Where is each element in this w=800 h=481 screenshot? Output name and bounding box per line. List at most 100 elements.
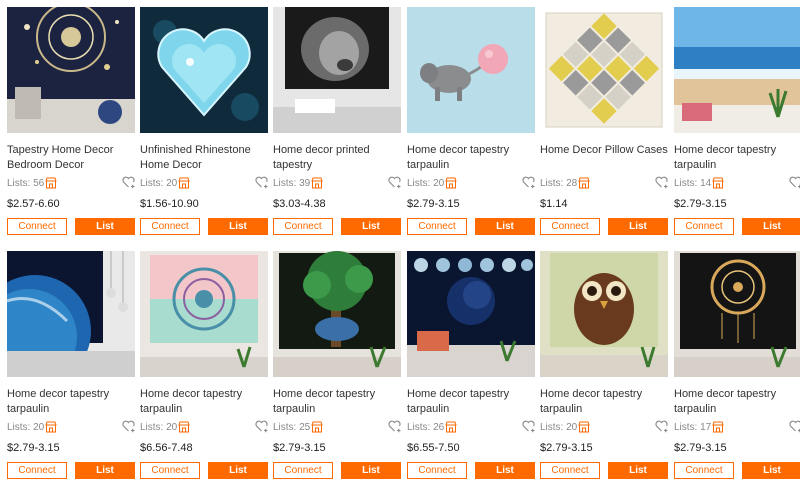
product-meta: Lists: 26 bbox=[407, 420, 535, 435]
product-meta: Lists: 56 bbox=[7, 176, 135, 191]
heart-add-icon[interactable] bbox=[122, 420, 135, 433]
heart-add-icon[interactable] bbox=[122, 176, 135, 189]
product-title[interactable]: Home Decor Pillow Cases bbox=[540, 143, 668, 173]
list-button[interactable]: List bbox=[475, 218, 535, 235]
heart-add-icon[interactable] bbox=[388, 176, 401, 189]
product-price: $2.57-6.60 bbox=[7, 198, 60, 210]
product-meta: Lists: 39 bbox=[273, 176, 401, 191]
heart-add-icon[interactable] bbox=[388, 420, 401, 433]
connect-button[interactable]: Connect bbox=[674, 218, 734, 235]
lists-count: Lists: 20 bbox=[140, 422, 178, 433]
product-meta: Lists: 20 bbox=[140, 420, 268, 435]
list-button[interactable]: List bbox=[75, 218, 135, 235]
product-meta: Lists: 20 bbox=[140, 176, 268, 191]
product-price: $6.55-7.50 bbox=[407, 442, 460, 454]
connect-button[interactable]: Connect bbox=[7, 462, 67, 479]
product-image[interactable] bbox=[140, 7, 268, 133]
store-icon[interactable] bbox=[45, 421, 57, 433]
product-price: $2.79-3.15 bbox=[273, 442, 326, 454]
product-image[interactable] bbox=[140, 251, 268, 377]
product-price: $2.79-3.15 bbox=[407, 198, 460, 210]
product-price: $6.56-7.48 bbox=[140, 442, 193, 454]
heart-add-icon[interactable] bbox=[255, 420, 268, 433]
connect-button[interactable]: Connect bbox=[273, 218, 333, 235]
list-button[interactable]: List bbox=[208, 218, 268, 235]
connect-button[interactable]: Connect bbox=[140, 218, 200, 235]
store-icon[interactable] bbox=[712, 177, 724, 189]
product-image[interactable] bbox=[540, 7, 668, 133]
product-price: $2.79-3.15 bbox=[674, 198, 727, 210]
product-price: $2.79-3.15 bbox=[540, 442, 593, 454]
product-meta: Lists: 25 bbox=[273, 420, 401, 435]
heart-add-icon[interactable] bbox=[655, 420, 668, 433]
connect-button[interactable]: Connect bbox=[273, 462, 333, 479]
list-button[interactable]: List bbox=[208, 462, 268, 479]
list-button[interactable]: List bbox=[75, 462, 135, 479]
store-icon[interactable] bbox=[445, 177, 457, 189]
product-meta: Lists: 28 bbox=[540, 176, 668, 191]
heart-add-icon[interactable] bbox=[789, 176, 800, 189]
product-price: $1.56-10.90 bbox=[140, 198, 199, 210]
product-title[interactable]: Home decor tapestry tarpaulin bbox=[407, 387, 535, 417]
product-title[interactable]: Home decor printed tapestry bbox=[273, 143, 401, 173]
product-image[interactable] bbox=[407, 7, 535, 133]
heart-add-icon[interactable] bbox=[255, 176, 268, 189]
store-icon[interactable] bbox=[45, 177, 57, 189]
list-button[interactable]: List bbox=[742, 462, 800, 479]
product-title[interactable]: Unfinished Rhinestone Home Decor bbox=[140, 143, 268, 173]
connect-button[interactable]: Connect bbox=[140, 462, 200, 479]
store-icon[interactable] bbox=[445, 421, 457, 433]
store-icon[interactable] bbox=[712, 421, 724, 433]
product-image[interactable] bbox=[7, 7, 135, 133]
store-icon[interactable] bbox=[311, 177, 323, 189]
connect-button[interactable]: Connect bbox=[407, 218, 467, 235]
product-title[interactable]: Home decor tapestry tarpaulin bbox=[7, 387, 135, 417]
lists-count: Lists: 20 bbox=[540, 422, 578, 433]
product-meta: Lists: 20 bbox=[540, 420, 668, 435]
product-image[interactable] bbox=[407, 251, 535, 377]
lists-count: Lists: 56 bbox=[7, 178, 45, 189]
list-button[interactable]: List bbox=[475, 462, 535, 479]
product-title[interactable]: Home decor tapestry tarpaulin bbox=[273, 387, 401, 417]
lists-count: Lists: 20 bbox=[140, 178, 178, 189]
list-button[interactable]: List bbox=[341, 462, 401, 479]
connect-button[interactable]: Connect bbox=[7, 218, 67, 235]
connect-button[interactable]: Connect bbox=[407, 462, 467, 479]
list-button[interactable]: List bbox=[742, 218, 800, 235]
connect-button[interactable]: Connect bbox=[674, 462, 734, 479]
list-button[interactable]: List bbox=[341, 218, 401, 235]
product-image[interactable] bbox=[674, 7, 800, 133]
store-icon[interactable] bbox=[578, 177, 590, 189]
product-title[interactable]: Home decor tapestry tarpaulin bbox=[674, 387, 800, 417]
store-icon[interactable] bbox=[578, 421, 590, 433]
product-image[interactable] bbox=[540, 251, 668, 377]
lists-count: Lists: 20 bbox=[7, 422, 45, 433]
product-title[interactable]: Home decor tapestry tarpaulin bbox=[407, 143, 535, 173]
product-image[interactable] bbox=[7, 251, 135, 377]
product-meta: Lists: 20 bbox=[7, 420, 135, 435]
product-price: $3.03-4.38 bbox=[273, 198, 326, 210]
list-button[interactable]: List bbox=[608, 462, 668, 479]
heart-add-icon[interactable] bbox=[522, 420, 535, 433]
lists-count: Lists: 28 bbox=[540, 178, 578, 189]
connect-button[interactable]: Connect bbox=[540, 218, 600, 235]
product-meta: Lists: 17 bbox=[674, 420, 800, 435]
connect-button[interactable]: Connect bbox=[540, 462, 600, 479]
store-icon[interactable] bbox=[311, 421, 323, 433]
store-icon[interactable] bbox=[178, 177, 190, 189]
heart-add-icon[interactable] bbox=[655, 176, 668, 189]
lists-count: Lists: 26 bbox=[407, 422, 445, 433]
lists-count: Lists: 14 bbox=[674, 178, 712, 189]
store-icon[interactable] bbox=[178, 421, 190, 433]
product-title[interactable]: Home decor tapestry tarpaulin bbox=[674, 143, 800, 173]
lists-count: Lists: 20 bbox=[407, 178, 445, 189]
heart-add-icon[interactable] bbox=[789, 420, 800, 433]
product-image[interactable] bbox=[273, 7, 401, 133]
list-button[interactable]: List bbox=[608, 218, 668, 235]
product-title[interactable]: Home decor tapestry tarpaulin bbox=[140, 387, 268, 417]
product-title[interactable]: Tapestry Home Decor Bedroom Decor Backgr… bbox=[7, 143, 135, 173]
product-title[interactable]: Home decor tapestry tarpaulin bbox=[540, 387, 668, 417]
heart-add-icon[interactable] bbox=[522, 176, 535, 189]
product-image[interactable] bbox=[273, 251, 401, 377]
product-image[interactable] bbox=[674, 251, 800, 377]
